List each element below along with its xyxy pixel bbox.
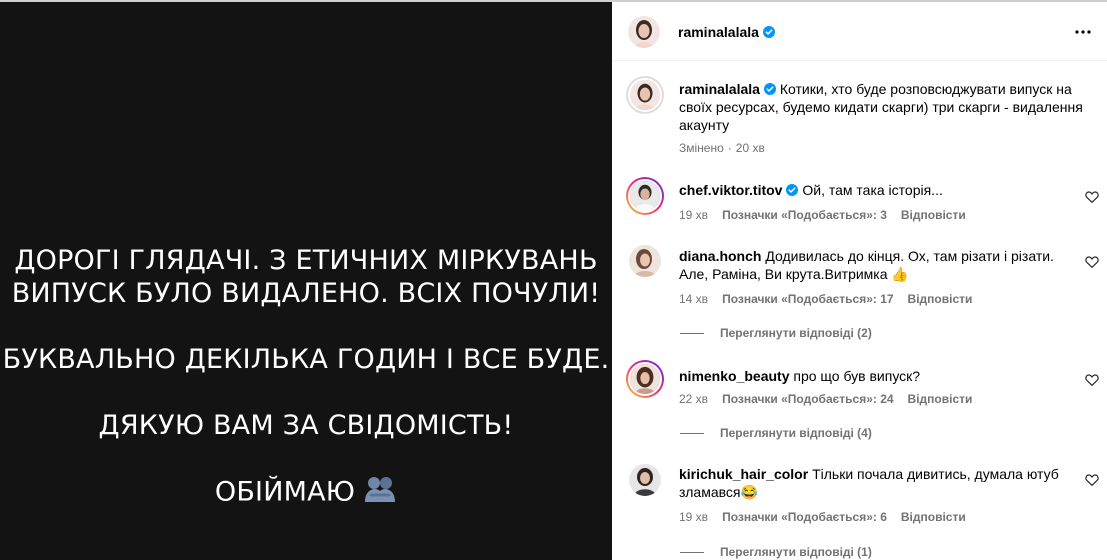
reply-button[interactable]: Відповісти [908,292,973,306]
comment-likes[interactable]: Позначки «Подобається»: 24 [722,392,893,406]
edited-label: Змінено [679,141,724,155]
story-line: ДЯКУЮ ВАМ ЗА СВІДОМІСТЬ! [98,410,514,441]
caption-username[interactable]: raminalalala [679,81,776,97]
comment-meta: 19 хв Позначки «Подобається»: 3 Відповісти [679,208,980,222]
story-line: ВИПУСК БУЛО ВИДАЛЕНО. ВСІХ ПОЧУЛИ! [11,278,601,309]
reply-button[interactable]: Відповісти [908,392,973,406]
comment-time[interactable]: 19 хв [679,208,708,222]
heart-icon[interactable] [1085,190,1099,204]
replies-divider [680,552,704,554]
avatar-story-ring[interactable] [626,360,664,398]
story-line: ОБІЙМАЮ [214,476,356,508]
comment-meta: 14 хв Позначки «Подобається»: 17 Відповіст… [679,292,986,306]
view-replies-button[interactable]: Переглянути відповіді (1) [680,545,872,559]
comment-text-block: diana.honch Додивилась до кінця. Ох, там… [679,247,1079,283]
view-replies-label[interactable]: Переглянути відповіді (4) [720,426,872,440]
story-line: БУКВАЛЬНО ДЕКІЛЬКА ГОДИН І ВСЕ БУДЕ. [2,344,610,375]
comment-text-block: kirichuk_hair_color Тільки почала дивити… [679,465,1069,501]
comment-text: про що був випуск? [793,368,921,384]
caption-meta: Змінено · 20 хв [679,141,765,155]
comment-meta: 22 хв Позначки «Подобається»: 24 Відповіст… [679,392,986,406]
avatar[interactable] [628,16,660,48]
verified-badge-icon [786,184,799,196]
view-replies-label[interactable]: Переглянути відповіді (1) [720,545,872,559]
avatar[interactable] [629,245,661,277]
heart-icon[interactable] [1085,255,1099,269]
post-header: raminalalala [612,2,1107,61]
comment-text-block: chef.viktor.titov Ой, там така історія..… [679,181,1079,199]
avatar[interactable] [626,76,664,114]
story-line: ДОРОГІ ГЛЯДАЧІ. З ЕТИЧНИХ МІРКУВАНЬ [14,245,598,276]
caption-username-text[interactable]: raminalalala [679,81,760,97]
more-horizontal-icon[interactable] [1073,24,1093,40]
reply-button[interactable]: Відповісти [901,510,966,524]
story-text: ДОРОГІ ГЛЯДАЧІ. З ЕТИЧНИХ МІРКУВАНЬ ВИПУ… [0,244,612,511]
comment-username[interactable]: kirichuk_hair_color [679,466,808,482]
comment-text-block: nimenko_beauty про що був випуск? [679,367,1079,385]
story-viewer: ДОРОГІ ГЛЯДАЧІ. З ЕТИЧНИХ МІРКУВАНЬ ВИПУ… [0,2,612,560]
people-hugging-icon [363,475,397,511]
comment-likes[interactable]: Позначки «Подобається»: 3 [722,208,887,222]
caption-time[interactable]: 20 хв [736,141,765,155]
comment-time[interactable]: 19 хв [679,510,708,524]
comment-username-text[interactable]: chef.viktor.titov [679,182,782,198]
comment-username[interactable]: chef.viktor.titov [679,182,799,198]
header-username-text[interactable]: raminalalala [678,24,759,40]
header-username[interactable]: raminalalala [678,24,775,40]
verified-badge-icon [762,26,775,38]
view-replies-button[interactable]: Переглянути відповіді (2) [680,326,872,340]
story-line-hugs: ОБІЙМАЮ [0,475,612,511]
comment-text: Ой, там така історія... [802,182,943,198]
comment-likes[interactable]: Позначки «Подобається»: 17 [722,292,893,306]
verified-badge-icon [763,83,776,95]
comment-username[interactable]: diana.honch [679,248,761,264]
comment-time[interactable]: 22 хв [679,392,708,406]
avatar-story-ring[interactable] [626,177,664,215]
post-sidebar: raminalalala raminalalala Котики, хто бу… [612,2,1107,560]
view-replies-button[interactable]: Переглянути відповіді (4) [680,426,872,440]
replies-divider [680,333,704,335]
reply-button[interactable]: Відповісти [901,208,966,222]
comment-likes[interactable]: Позначки «Подобається»: 6 [722,510,887,524]
avatar[interactable] [629,464,661,496]
heart-icon[interactable] [1085,473,1099,487]
replies-divider [680,433,704,435]
comment-time[interactable]: 14 хв [679,292,708,306]
heart-icon[interactable] [1085,373,1099,387]
comment-username[interactable]: nimenko_beauty [679,368,789,384]
view-replies-label[interactable]: Переглянути відповіді (2) [720,326,872,340]
comment-meta: 19 хв Позначки «Подобається»: 6 Відповісти [679,510,980,524]
caption-text-block: raminalalala Котики, хто буде розповсюдж… [679,80,1089,134]
